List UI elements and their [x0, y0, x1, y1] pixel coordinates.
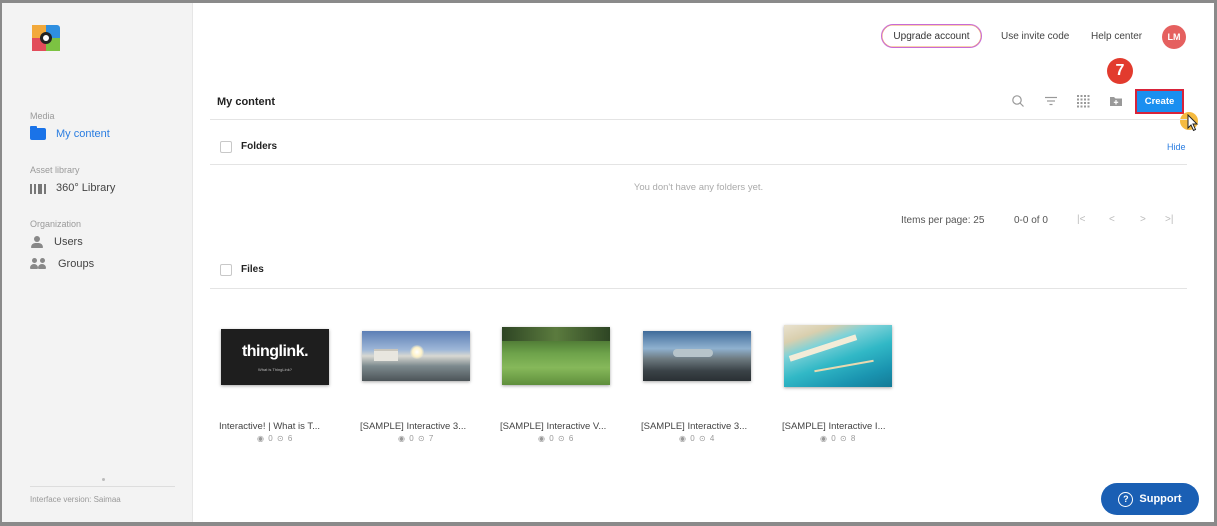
search-icon[interactable]: [1011, 94, 1025, 108]
help-icon: ?: [1118, 491, 1134, 507]
files-select-all-checkbox[interactable]: [220, 264, 232, 276]
file-stats: ◉ 0 ⊙ 8: [820, 434, 857, 443]
interface-version: Interface version: Saimaa: [30, 495, 121, 504]
upgrade-account-button[interactable]: Upgrade account: [881, 24, 982, 48]
file-stats: ◉ 0 ⊙ 7: [398, 434, 435, 443]
empty-folders-message: You don't have any folders yet.: [633, 182, 764, 193]
avatar[interactable]: LM: [1162, 25, 1186, 49]
sidebar-item-my-content[interactable]: My content: [30, 126, 110, 140]
sidebar-dot: [102, 478, 105, 481]
file-stats: ◉ 0 ⊙ 6: [257, 434, 294, 443]
support-button[interactable]: ? Support: [1101, 483, 1199, 515]
sidebar-divider: [30, 486, 175, 487]
file-thumbnail[interactable]: [782, 323, 894, 389]
items-per-page-select[interactable]: Items per page: 25: [901, 215, 984, 226]
create-button[interactable]: Create: [1135, 89, 1184, 114]
file-thumbnail[interactable]: [641, 323, 753, 389]
thinglink-logo-icon[interactable]: [32, 25, 60, 51]
sidebar-section-asset-library: Asset library: [30, 165, 80, 175]
user-icon: [30, 236, 44, 248]
files-heading: Files: [241, 264, 264, 275]
file-title[interactable]: [SAMPLE] Interactive 3...: [360, 421, 510, 432]
sidebar-item-users[interactable]: Users: [30, 236, 83, 248]
next-page-icon[interactable]: >: [1140, 214, 1146, 225]
folder-icon: [30, 126, 46, 140]
mouse-pointer-icon: [1187, 114, 1199, 132]
filter-icon[interactable]: [1044, 94, 1058, 108]
folders-select-all-checkbox[interactable]: [220, 141, 232, 153]
folders-heading: Folders: [241, 141, 278, 152]
sidebar-item-groups[interactable]: Groups: [30, 258, 94, 270]
file-thumbnail[interactable]: [500, 323, 612, 389]
support-label: Support: [1139, 493, 1182, 505]
new-folder-icon[interactable]: [1109, 94, 1123, 108]
hide-folders-link[interactable]: Hide: [1167, 142, 1186, 152]
thumbnail-subtext: What is ThingLink?: [258, 367, 292, 372]
file-title[interactable]: Interactive! | What is T...: [219, 421, 369, 432]
file-title[interactable]: [SAMPLE] Interactive I...: [782, 421, 932, 432]
sidebar-section-media: Media: [30, 111, 55, 121]
files-divider: [210, 288, 1187, 289]
prev-page-icon[interactable]: <: [1109, 214, 1115, 225]
file-title[interactable]: [SAMPLE] Interactive V...: [500, 421, 650, 432]
pagination-range: 0-0 of 0: [1014, 215, 1048, 226]
sidebar-item-label: Groups: [58, 258, 95, 270]
library-icon: [30, 182, 46, 194]
invite-code-link[interactable]: Use invite code: [1001, 31, 1069, 42]
file-thumbnail[interactable]: [360, 323, 472, 389]
last-page-icon[interactable]: >|: [1165, 214, 1173, 225]
step-number-badge: 7: [1107, 58, 1133, 84]
file-stats: ◉ 0 ⊙ 6: [538, 434, 575, 443]
sidebar-item-label: Users: [54, 236, 83, 248]
page-title: My content: [217, 96, 276, 108]
header-divider: [210, 119, 1187, 120]
sidebar-item-360-library[interactable]: 360° Library: [30, 182, 115, 194]
file-title[interactable]: [SAMPLE] Interactive 3...: [641, 421, 791, 432]
sidebar-item-label: 360° Library: [56, 182, 116, 194]
help-center-link[interactable]: Help center: [1091, 31, 1142, 42]
file-thumbnail[interactable]: thinglink. What is ThingLink?: [219, 323, 331, 389]
first-page-icon[interactable]: |<: [1077, 214, 1085, 225]
thumbnail-logo-text: thinglink.: [241, 343, 309, 360]
file-stats: ◉ 0 ⊙ 4: [679, 434, 716, 443]
grid-view-icon[interactable]: [1076, 94, 1090, 108]
sidebar-item-label: My content: [56, 128, 110, 140]
group-icon: [30, 258, 48, 270]
folders-divider: [210, 164, 1187, 165]
sidebar-section-organization: Organization: [30, 219, 82, 229]
